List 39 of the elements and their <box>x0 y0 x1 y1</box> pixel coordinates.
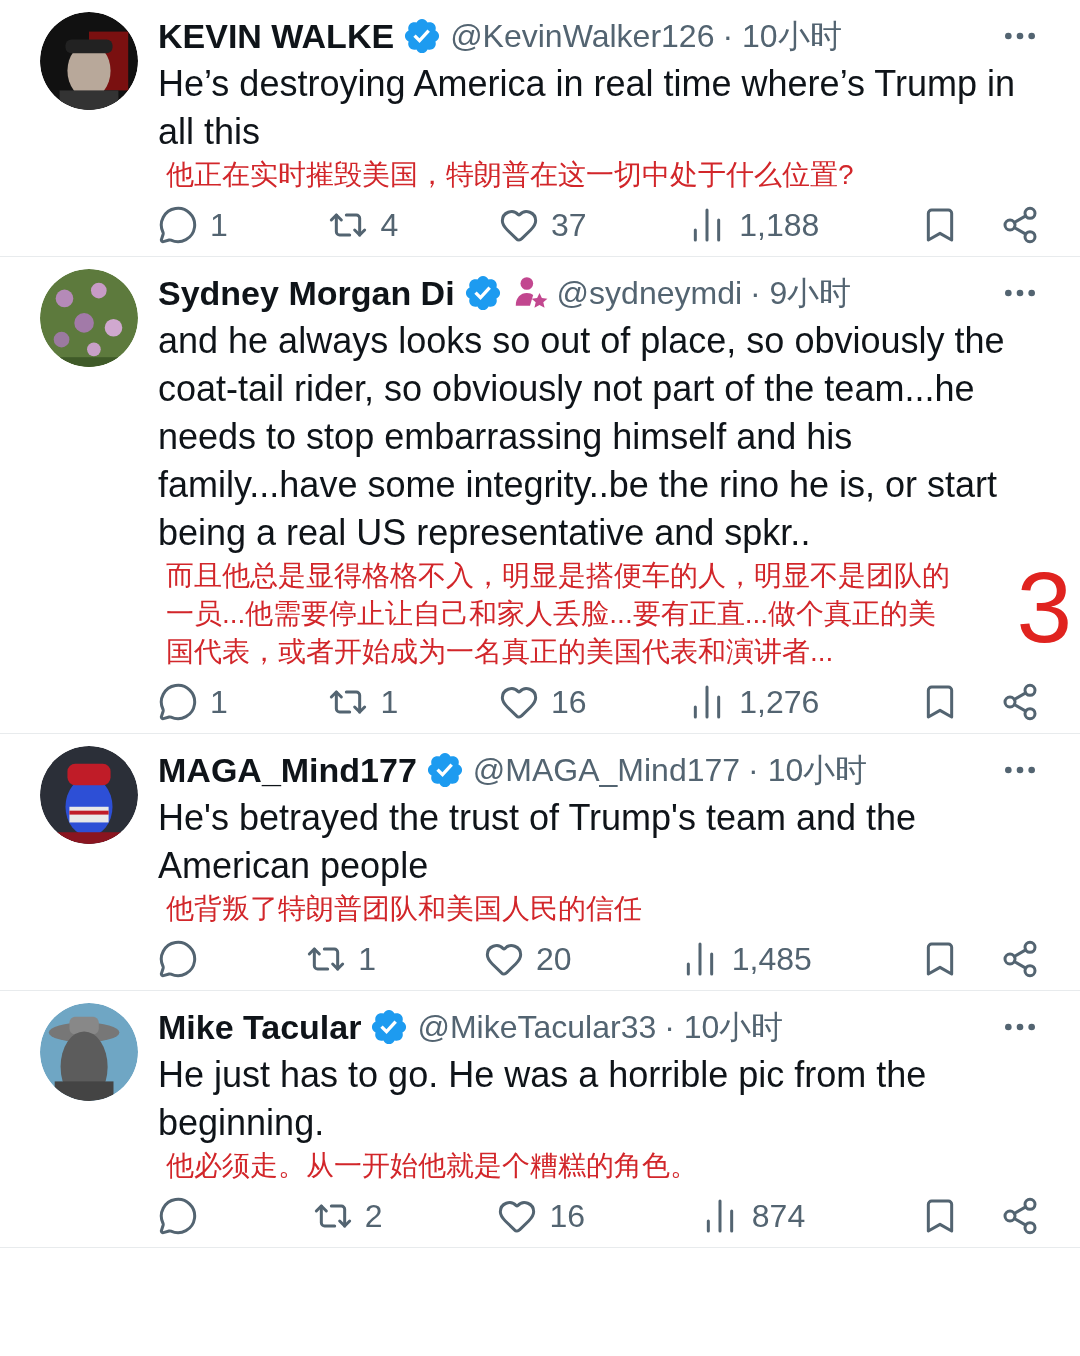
post-time: · 9小时 <box>750 274 852 313</box>
author-name[interactable]: KEVIN WALKE <box>158 10 395 62</box>
post-time: · 10小时 <box>664 1008 784 1047</box>
reply-icon[interactable] <box>158 205 198 245</box>
author-name[interactable]: Mike Tacular <box>158 1001 362 1053</box>
post-text: He's betrayed the trust of Trump's team and the American people <box>158 796 918 888</box>
translation-text: 他必须走。从一开始他就是个糟糕的角色。 <box>166 1149 699 1183</box>
repost-count: 4 <box>380 206 399 245</box>
like-count: 20 <box>536 940 572 979</box>
reply-icon[interactable] <box>158 682 198 722</box>
like-count: 37 <box>550 206 587 245</box>
post-text: He just has to go. He was a horrible pic from the beginning. <box>158 1053 928 1145</box>
author-name[interactable]: Sydney Morgan Di <box>158 267 455 319</box>
author-name[interactable]: MAGA_Mind177 <box>158 744 417 796</box>
repost-count: 1 <box>358 940 376 979</box>
view-count: 1,188 <box>739 206 820 245</box>
post-time: · 10小时 <box>722 17 842 56</box>
post-time: · 10小时 <box>748 751 868 790</box>
reply-icon[interactable] <box>158 939 198 979</box>
author-handle[interactable]: @MAGA_Mind177 <box>472 746 741 794</box>
annotation-number: 3 <box>1016 557 1072 657</box>
reply-count: 1 <box>210 206 228 245</box>
like-count: 16 <box>550 683 587 722</box>
author-handle[interactable]: @MikeTacular33 <box>417 1003 657 1051</box>
author-handle[interactable]: @sydneymdi <box>556 269 743 317</box>
translation-text: 他正在实时摧毁美国，特朗普在这一切中处于什么位置? <box>166 158 855 192</box>
reply-count: 1 <box>210 683 228 722</box>
post-text: and he always looks so out of place, so obviously the coat-tail rider, so obviously not part of the team...he needs to stop embarrassing himself and his family...have some integrity..be the rino he is, or start being a real US representative and spkr.. <box>158 319 1006 555</box>
view-count: 1,485 <box>731 940 812 979</box>
repost-count: 1 <box>380 683 399 722</box>
translation-text: 而且他总是显得格格不入，明显是搭便车的人，明显不是团队的一员...他需要停止让自己和家人丢脸...要有正直...做个真正的美国代表，或者开始成为一名真正的美国代表和演讲者... <box>166 559 951 669</box>
post-text: He’s destroying America in real time where’s Trump in all this <box>158 62 1017 154</box>
reply-icon[interactable] <box>158 1196 198 1236</box>
repost-count: 2 <box>364 1197 383 1236</box>
view-count: 874 <box>751 1197 806 1236</box>
like-count: 16 <box>549 1197 585 1236</box>
translation-text: 他背叛了特朗普团队和美国人民的信任 <box>166 892 643 926</box>
view-count: 1,276 <box>739 683 820 722</box>
author-handle[interactable]: @KevinWalker126 <box>450 12 715 60</box>
